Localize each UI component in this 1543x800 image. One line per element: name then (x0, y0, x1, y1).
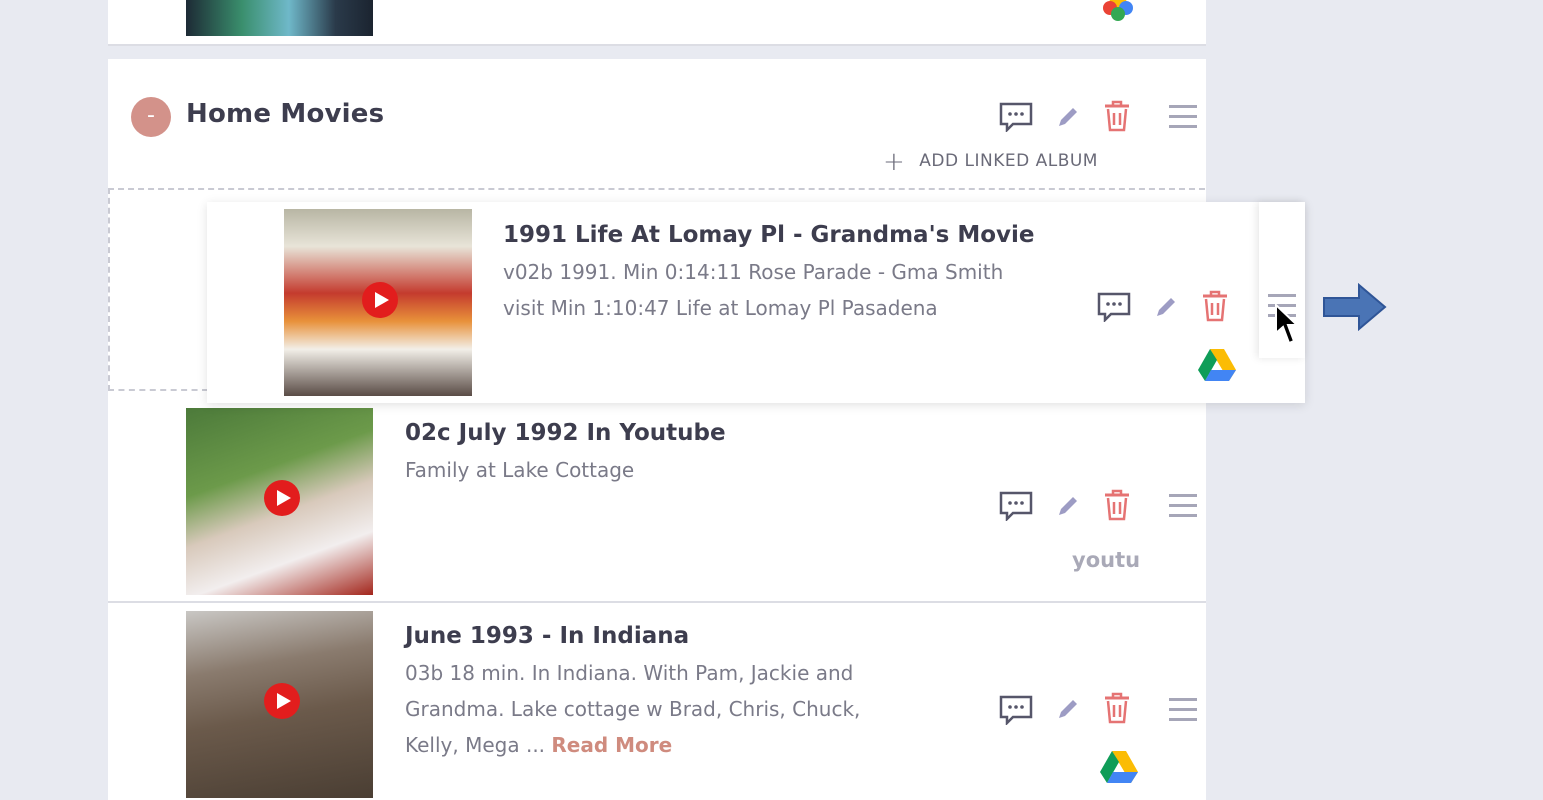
trash-icon[interactable] (1103, 100, 1131, 132)
drag-handle-icon[interactable] (1168, 491, 1198, 521)
pencil-icon[interactable] (1056, 494, 1080, 518)
item-description-line: 03b 18 min. In Indiana. With Pam, Jackie… (405, 661, 854, 685)
google-drive-icon (1100, 751, 1138, 783)
add-linked-album-button[interactable]: + ADD LINKED ALBUM (883, 147, 1098, 177)
mouse-cursor-icon (1275, 303, 1300, 345)
collapse-album-button[interactable]: - (131, 97, 171, 137)
comment-icon[interactable] (999, 491, 1033, 521)
comment-icon[interactable] (1097, 292, 1131, 322)
play-icon[interactable] (264, 480, 300, 516)
pencil-icon[interactable] (1154, 295, 1178, 319)
source-label: youtu (1072, 548, 1141, 572)
drag-handle-icon[interactable] (1168, 102, 1198, 132)
trash-icon[interactable] (1103, 489, 1131, 521)
comment-icon[interactable] (999, 102, 1033, 132)
comment-icon[interactable] (999, 695, 1033, 725)
trash-icon[interactable] (1201, 290, 1229, 322)
plus-icon: + (883, 147, 906, 177)
item-description-line: v02b 1991. Min 0:14:11 Rose Parade - Gma… (503, 260, 1004, 284)
video-thumbnail[interactable] (186, 408, 373, 595)
item-title: June 1993 - In Indiana (405, 623, 690, 649)
item-title: 02c July 1992 In Youtube (405, 420, 726, 446)
item-description-line: Kelly, Mega ... Read More (405, 727, 672, 763)
drop-placeholder-edge (108, 389, 208, 391)
arrow-right-icon (1323, 283, 1387, 331)
video-thumbnail[interactable] (284, 209, 472, 396)
item-description-line: Family at Lake Cottage (405, 458, 635, 482)
dragging-item-card[interactable]: 1991 Life At Lomay Pl - Grandma's Movie … (207, 202, 1305, 403)
previous-item-card (108, 0, 1206, 46)
video-thumbnail[interactable] (186, 611, 373, 798)
play-icon[interactable] (264, 683, 300, 719)
album-header: - Home Movies + ADD LINKED ALBUM (108, 59, 1206, 184)
trash-icon[interactable] (1103, 692, 1131, 724)
item-description-text: Kelly, Mega ... (405, 733, 546, 757)
item-description-line: visit Min 1:10:47 Life at Lomay Pl Pasad… (503, 296, 938, 320)
google-photos-icon (1103, 0, 1133, 21)
pencil-icon[interactable] (1056, 105, 1080, 129)
google-drive-icon (1198, 349, 1236, 381)
item-description-line: Grandma. Lake cottage w Brad, Chris, Chu… (405, 697, 861, 721)
drag-handle-icon[interactable] (1168, 695, 1198, 725)
album-title: Home Movies (186, 99, 385, 129)
read-more-link[interactable]: Read More (551, 733, 672, 757)
previous-item-thumbnail[interactable] (186, 0, 373, 36)
add-linked-album-label: ADD LINKED ALBUM (919, 151, 1098, 171)
play-icon[interactable] (362, 282, 398, 318)
item-title: 1991 Life At Lomay Pl - Grandma's Movie (503, 222, 1035, 248)
pencil-icon[interactable] (1056, 697, 1080, 721)
item-divider (108, 601, 1206, 603)
